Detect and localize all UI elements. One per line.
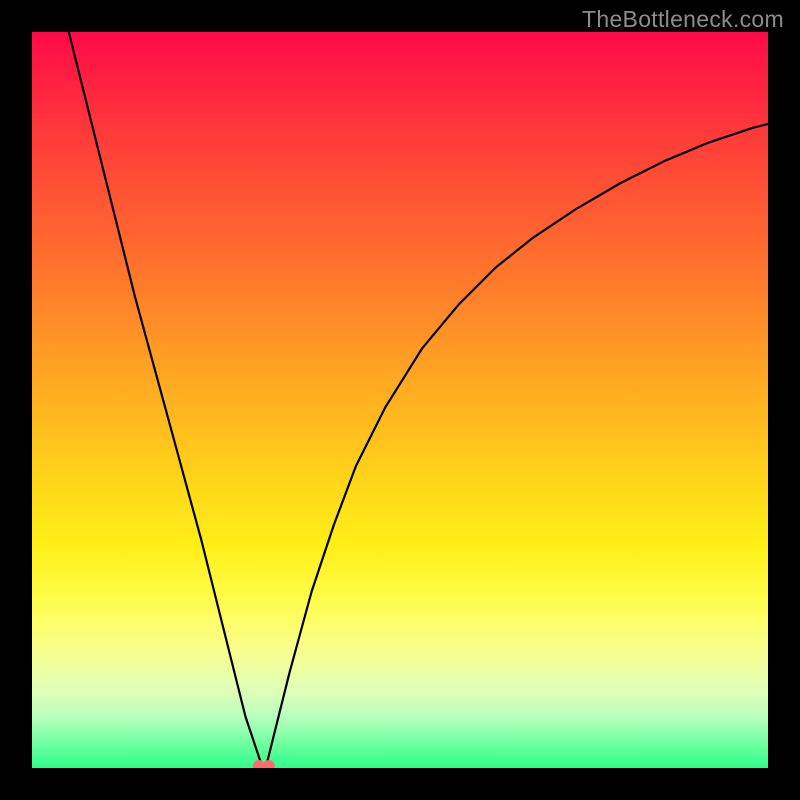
optimal-marker [253,760,275,768]
plot-area [32,32,768,768]
bottleneck-curve [32,32,768,768]
chart-frame: TheBottleneck.com [0,0,800,800]
watermark-text: TheBottleneck.com [582,6,784,33]
curve-path [69,32,768,768]
